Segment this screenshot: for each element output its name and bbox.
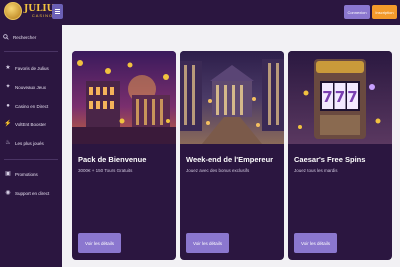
sidebar-divider (4, 159, 58, 160)
card-description: Jouez avec des bonus exclusifs (186, 168, 250, 173)
view-details-button[interactable]: Voir les détails (294, 233, 337, 253)
logo-coin-icon (4, 2, 22, 20)
sidebar-toggle-button[interactable] (52, 4, 63, 19)
view-details-button[interactable]: Voir les détails (186, 233, 229, 253)
bolt-icon: ⚡ (4, 121, 12, 127)
card-title: Week-end de l'Empereur (186, 155, 274, 164)
sidebar-item-label: Nouveaux Jeux (15, 84, 47, 90)
card-title: Pack de Bienvenue (78, 155, 147, 164)
top-bar: JULIUS CASINO Connexion Inscription (0, 0, 400, 25)
menu-icon (55, 11, 60, 12)
live-icon: ● (6, 103, 10, 109)
card-description: Jouez tous les mardis (294, 168, 338, 173)
svg-text:7: 7 (322, 88, 332, 106)
sidebar-item-new-games[interactable]: ✦ Nouveaux Jeux (5, 84, 46, 90)
view-details-button[interactable]: Voir les détails (78, 233, 121, 253)
register-button[interactable]: Inscription (372, 5, 397, 19)
sidebar-item-favorites[interactable]: ★ Favoris de Julius (5, 65, 49, 71)
promo-card-free-spins: 7 7 7 Caesar's Free Spins Jouez tous les… (288, 51, 392, 260)
promo-card-emperor-weekend: Week-end de l'Empereur Jouez avec des bo… (180, 51, 284, 260)
sidebar-item-label: Casino en Direct (15, 103, 49, 109)
promo-image-colosseum (72, 51, 176, 144)
new-icon: ✦ (5, 84, 11, 90)
sidebar-item-most-played[interactable]: ♨ Les plus joués (5, 140, 44, 146)
svg-text:7: 7 (347, 88, 357, 106)
card-description: 3000€ + 150 Tours Gratuits (78, 168, 133, 173)
sidebar-divider (4, 51, 58, 52)
sidebar-item-promotions[interactable]: ▣ Promotions (5, 171, 38, 177)
promo-image-roman-street (180, 51, 284, 144)
sidebar-item-label: VoltEnt Booster (15, 121, 47, 127)
sidebar-item-label: Promotions (15, 171, 38, 177)
chat-icon: ◉ (5, 190, 11, 196)
card-title: Caesar's Free Spins (294, 155, 366, 164)
login-button[interactable]: Connexion (344, 5, 370, 19)
gift-icon: ▣ (5, 171, 11, 177)
sidebar: Rechercher ★ Favoris de Julius ✦ Nouveau… (0, 25, 62, 267)
svg-text:7: 7 (335, 88, 345, 106)
sidebar-item-label: Favoris de Julius (15, 65, 49, 71)
search-icon (3, 34, 9, 40)
search-input[interactable]: Rechercher (3, 34, 36, 40)
fire-icon: ♨ (5, 140, 11, 146)
sidebar-item-label: Support en direct (15, 190, 50, 196)
promo-card-welcome: Pack de Bienvenue 3000€ + 150 Tours Grat… (72, 51, 176, 260)
search-label: Rechercher (13, 34, 37, 40)
sidebar-item-support[interactable]: ◉ Support en direct (5, 190, 49, 196)
sidebar-item-label: Les plus joués (15, 140, 44, 146)
star-icon: ★ (5, 65, 11, 71)
promo-image-slot-machine: 7 7 7 (288, 51, 392, 144)
sidebar-item-booster[interactable]: ⚡ VoltEnt Booster (4, 121, 47, 127)
sidebar-item-live-casino[interactable]: ● Casino en Direct (5, 103, 48, 109)
